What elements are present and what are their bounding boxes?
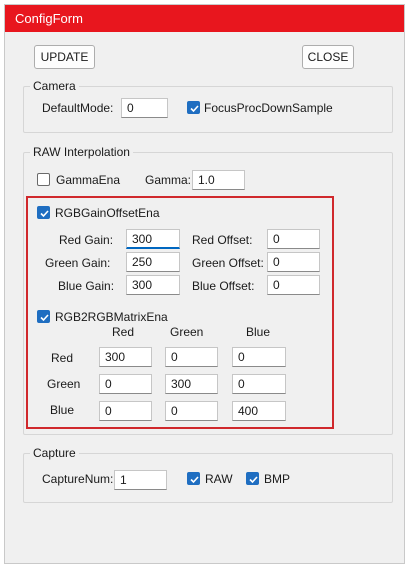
matrix-cell[interactable]: 300 [165,374,218,394]
blue-offset-label: Blue Offset: [192,279,255,293]
matrix-cell[interactable]: 300 [99,347,152,367]
gamma-ena-checkbox[interactable] [37,173,50,186]
gamma-ena-label: GammaEna [56,173,121,187]
check-icon [40,314,49,322]
red-offset-input[interactable]: 0 [267,229,320,249]
matrix-col-red: Red [112,325,135,339]
check-icon [249,476,258,484]
blue-gain-input[interactable]: 300 [126,275,180,295]
check-icon [40,210,49,218]
matrix-cell[interactable]: 0 [232,347,286,367]
capture-num-label: CaptureNum: [42,472,114,486]
matrix-label: RGB2RGBMatrixEna [55,310,168,324]
raw-group-title: RAW Interpolation [30,145,133,159]
default-mode-input[interactable]: 0 [121,98,168,118]
title-bar: ConfigForm [5,5,404,32]
matrix-cell[interactable]: 0 [165,401,218,421]
raw-checkbox[interactable] [187,472,200,485]
camera-group-title: Camera [30,79,79,93]
matrix-col-green: Green [170,325,204,339]
matrix-cell[interactable]: 0 [165,347,218,367]
check-icon [190,476,199,484]
matrix-row-green: Green [47,377,81,391]
matrix-cell[interactable]: 0 [232,374,286,394]
raw-label: RAW [205,472,233,486]
matrix-checkbox[interactable] [37,310,50,323]
matrix-cell[interactable]: 400 [232,401,286,421]
focus-proc-label: FocusProcDownSample [204,101,333,115]
config-form-window: ConfigForm UPDATE CLOSE Camera DefaultMo… [4,4,405,564]
matrix-col-blue: Blue [246,325,271,339]
gain-offset-label: RGBGainOffsetEna [55,206,160,220]
gamma-input[interactable]: 1.0 [192,170,245,190]
bmp-label: BMP [264,472,291,486]
update-button[interactable]: UPDATE [34,45,95,69]
check-icon [190,105,199,113]
close-button[interactable]: CLOSE [302,45,354,69]
matrix-cell[interactable]: 0 [99,374,152,394]
matrix-row-blue: Blue [50,403,75,417]
blue-offset-input[interactable]: 0 [267,275,320,295]
default-mode-label: DefaultMode: [42,101,114,115]
bmp-checkbox[interactable] [246,472,259,485]
gain-offset-checkbox[interactable] [37,206,50,219]
capture-num-input[interactable]: 1 [114,470,167,490]
capture-group-title: Capture [30,446,79,460]
red-gain-label: Red Gain: [59,233,114,247]
red-offset-label: Red Offset: [192,233,253,247]
green-gain-input[interactable]: 250 [126,252,180,272]
red-gain-input[interactable]: 300 [126,229,180,249]
blue-gain-label: Blue Gain: [58,279,115,293]
gamma-label: Gamma: [145,173,192,187]
matrix-row-red: Red [51,351,74,365]
matrix-cell[interactable]: 0 [99,401,152,421]
green-gain-label: Green Gain: [45,256,111,270]
green-offset-label: Green Offset: [192,256,264,270]
focus-proc-checkbox[interactable] [187,101,200,114]
green-offset-input[interactable]: 0 [267,252,320,272]
